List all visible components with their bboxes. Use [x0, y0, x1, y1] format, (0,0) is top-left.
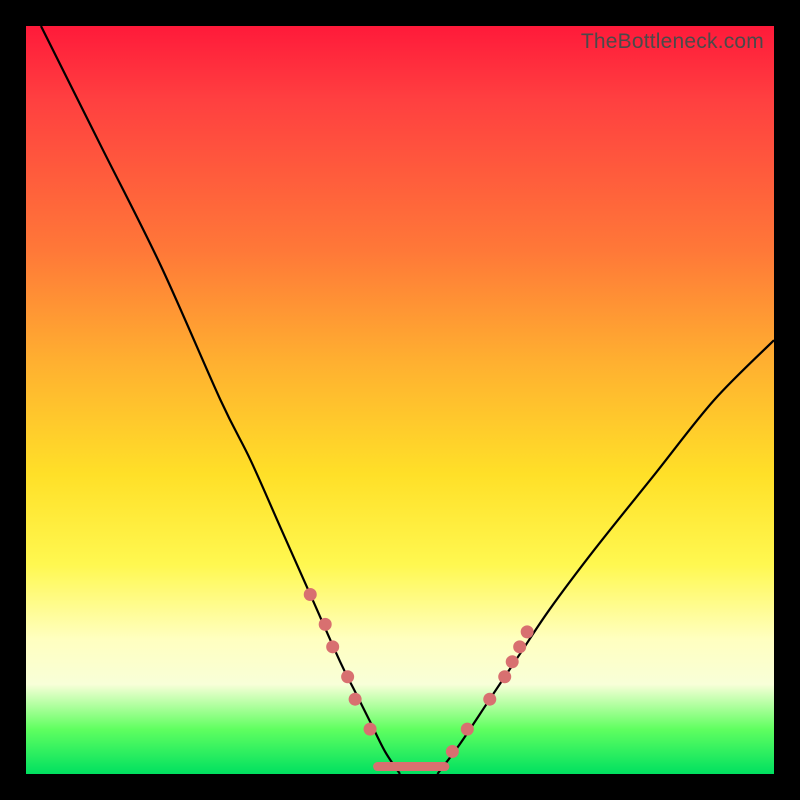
data-marker — [319, 618, 332, 631]
data-marker — [498, 670, 511, 683]
data-marker — [461, 723, 474, 736]
right-curve — [437, 340, 774, 774]
data-marker — [521, 625, 534, 638]
chart-svg — [26, 26, 774, 774]
data-marker — [341, 670, 354, 683]
data-marker — [483, 693, 496, 706]
chart-plot-area: TheBottleneck.com — [26, 26, 774, 774]
left-curve — [41, 26, 400, 774]
data-marker — [364, 723, 377, 736]
data-marker — [506, 655, 519, 668]
data-marker — [304, 588, 317, 601]
chart-outer-frame: TheBottleneck.com — [0, 0, 800, 800]
data-marker — [349, 693, 362, 706]
markers-right — [446, 625, 534, 758]
data-marker — [446, 745, 459, 758]
data-marker — [326, 640, 339, 653]
data-marker — [513, 640, 526, 653]
